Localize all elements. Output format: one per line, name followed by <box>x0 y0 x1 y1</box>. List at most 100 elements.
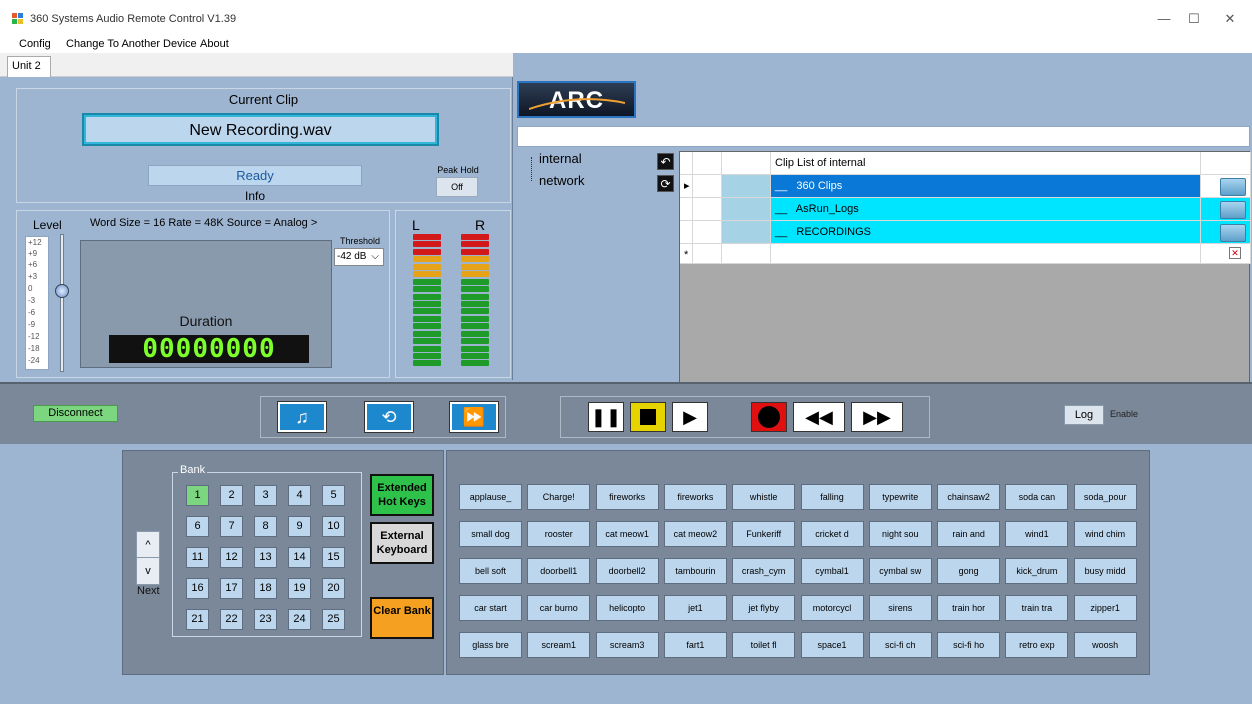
play-icon[interactable]: ▶ <box>672 402 708 432</box>
hotkey-button[interactable]: kick_drum <box>1005 558 1069 584</box>
hotkey-button[interactable]: applause_ <box>459 484 522 510</box>
hotkey-button[interactable]: woosh <box>1073 632 1137 658</box>
delete-icon[interactable]: ✕ <box>1229 247 1241 259</box>
hotkey-button[interactable]: cat meow1 <box>595 521 659 547</box>
hotkey-button[interactable]: sirens <box>868 595 932 621</box>
hotkey-button[interactable]: train hor <box>937 595 1001 621</box>
loop-icon[interactable]: ⟲ <box>364 401 414 433</box>
hotkey-button[interactable]: soda can <box>1005 484 1069 510</box>
bank-down-button[interactable]: v <box>136 557 160 585</box>
bank-key[interactable]: 10 <box>322 516 345 537</box>
hotkey-button[interactable]: toilet fl <box>732 632 796 658</box>
hotkey-button[interactable]: retro exp <box>1005 632 1069 658</box>
hotkey-button[interactable]: sci-fi ch <box>868 632 932 658</box>
bank-key[interactable]: 19 <box>288 578 311 599</box>
hotkey-button[interactable]: gong <box>937 558 1001 584</box>
clip-row-name[interactable]: __ RECORDINGS <box>771 221 1201 244</box>
rewind-icon[interactable]: ◀◀ <box>793 402 845 432</box>
menu-change-device[interactable]: Change To Another Device <box>66 38 197 50</box>
tree-node-internal[interactable]: internal <box>539 151 582 166</box>
bank-key[interactable]: 17 <box>220 578 243 599</box>
bank-key[interactable]: 24 <box>288 609 311 630</box>
hotkey-button[interactable]: car start <box>459 595 522 621</box>
log-button[interactable]: Log <box>1064 405 1104 425</box>
hotkey-button[interactable]: fireworks <box>595 484 659 510</box>
hotkey-button[interactable]: sci-fi ho <box>937 632 1001 658</box>
bank-key[interactable]: 20 <box>322 578 345 599</box>
bank-key[interactable]: 8 <box>254 516 277 537</box>
hotkey-button[interactable]: tambourin <box>663 558 727 584</box>
bank-key[interactable]: 7 <box>220 516 243 537</box>
hotkey-button[interactable]: rain and <box>937 521 1001 547</box>
folder-icon[interactable] <box>1220 201 1246 219</box>
fast-forward-icon[interactable]: ▶▶ <box>851 402 903 432</box>
hotkey-button[interactable]: space1 <box>800 632 864 658</box>
refresh-icon[interactable]: ⟳ <box>657 175 674 192</box>
hotkey-button[interactable]: helicopto <box>595 595 659 621</box>
hotkey-button[interactable]: whistle <box>732 484 796 510</box>
external-keyboard-button[interactable]: External Keyboard <box>370 522 434 564</box>
bank-key[interactable]: 15 <box>322 547 345 568</box>
menu-about[interactable]: About <box>200 38 229 50</box>
bank-key[interactable]: 23 <box>254 609 277 630</box>
record-icon[interactable] <box>751 402 787 432</box>
disconnect-button[interactable]: Disconnect <box>33 405 118 422</box>
menu-config[interactable]: Config <box>19 38 51 50</box>
hotkey-button[interactable]: scream1 <box>527 632 591 658</box>
hotkey-button[interactable]: rooster <box>527 521 591 547</box>
hotkey-button[interactable]: cymbal1 <box>800 558 864 584</box>
hotkey-button[interactable]: fireworks <box>663 484 727 510</box>
bank-key[interactable]: 2 <box>220 485 243 506</box>
clip-row[interactable]: __ AsRun_Logs <box>680 198 1251 221</box>
headphones-icon[interactable]: ♫ <box>277 401 327 433</box>
hotkey-button[interactable]: wind1 <box>1005 521 1069 547</box>
undo-icon[interactable]: ↶ <box>657 153 674 170</box>
hotkey-button[interactable]: scream3 <box>595 632 659 658</box>
hotkey-button[interactable]: chainsaw2 <box>937 484 1001 510</box>
pause-icon[interactable]: ❚❚ <box>588 402 624 432</box>
hotkey-button[interactable]: falling <box>800 484 864 510</box>
hotkey-button[interactable]: soda_pour <box>1073 484 1137 510</box>
bank-key[interactable]: 11 <box>186 547 209 568</box>
stop-icon[interactable] <box>630 402 666 432</box>
hotkey-button[interactable]: motorcycl <box>800 595 864 621</box>
bank-key[interactable]: 3 <box>254 485 277 506</box>
hotkey-button[interactable]: cricket d <box>800 521 864 547</box>
path-bar[interactable] <box>517 126 1250 147</box>
hotkey-button[interactable]: busy midd <box>1073 558 1137 584</box>
bank-key[interactable]: 22 <box>220 609 243 630</box>
hotkey-button[interactable]: typewrite <box>868 484 932 510</box>
bank-key[interactable]: 9 <box>288 516 311 537</box>
threshold-select[interactable]: -42 dB ⌵ <box>334 248 384 266</box>
hotkey-button[interactable]: jet1 <box>663 595 727 621</box>
new-row[interactable]: * ✕ <box>680 244 1251 264</box>
hotkey-button[interactable]: doorbell2 <box>595 558 659 584</box>
close-button[interactable]: ✕ <box>1208 6 1252 32</box>
hotkey-button[interactable]: crash_cym <box>732 558 796 584</box>
peak-hold-button[interactable]: Off <box>436 177 478 197</box>
hotkey-button[interactable]: bell soft <box>459 558 522 584</box>
hotkey-button[interactable]: fart1 <box>663 632 727 658</box>
level-slider-thumb[interactable] <box>55 284 69 298</box>
hotkey-button[interactable]: jet flyby <box>732 595 796 621</box>
hotkey-button[interactable]: wind chim <box>1073 521 1137 547</box>
bank-up-button[interactable]: ^ <box>136 531 160 559</box>
folder-icon[interactable] <box>1220 178 1246 196</box>
hotkey-button[interactable]: zipper1 <box>1073 595 1137 621</box>
bank-key[interactable]: 12 <box>220 547 243 568</box>
bank-key[interactable]: 18 <box>254 578 277 599</box>
grid-header-title[interactable]: Clip List of internal <box>771 152 1201 175</box>
clip-row-name[interactable]: __ AsRun_Logs <box>771 198 1201 221</box>
bank-key[interactable]: 21 <box>186 609 209 630</box>
hotkey-button[interactable]: Funkeriff <box>732 521 796 547</box>
clip-row[interactable]: __ RECORDINGS <box>680 221 1251 244</box>
bank-key[interactable]: 4 <box>288 485 311 506</box>
bank-key[interactable]: 6 <box>186 516 209 537</box>
level-slider-track[interactable] <box>60 234 64 372</box>
extended-hotkeys-button[interactable]: Extended Hot Keys <box>370 474 434 516</box>
hotkey-button[interactable]: night sou <box>868 521 932 547</box>
bank-key[interactable]: 5 <box>322 485 345 506</box>
tab-unit2[interactable]: Unit 2 <box>7 56 51 77</box>
bank-key[interactable]: 16 <box>186 578 209 599</box>
bank-key[interactable]: 25 <box>322 609 345 630</box>
